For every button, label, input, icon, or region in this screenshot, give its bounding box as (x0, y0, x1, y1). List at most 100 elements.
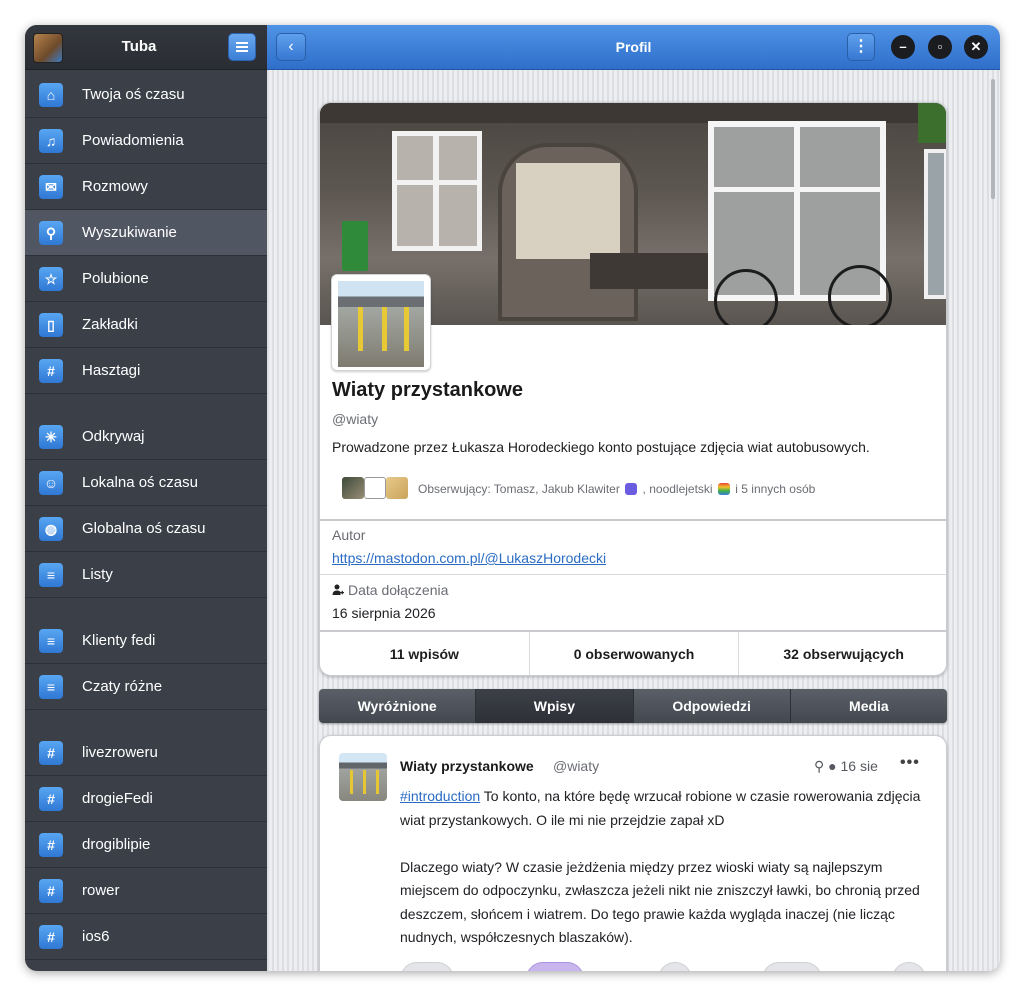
bookmark-icon: ▯ (39, 313, 63, 337)
sidebar-item-tag-livezroweru[interactable]: # livezroweru (25, 730, 267, 776)
more-options-button[interactable]: ⋮ (847, 33, 875, 61)
sidebar-item-lists[interactable]: ≡ Listy (25, 552, 267, 598)
tab-posts[interactable]: Wpisy (476, 689, 634, 723)
stat-posts[interactable]: 11 wpisów (320, 632, 530, 675)
maximize-icon: ▫ (937, 39, 943, 54)
list-icon: ≡ (39, 629, 63, 653)
post-author[interactable]: Wiaty przystankowe (400, 758, 534, 774)
sidebar-item-search[interactable]: ⚲ Wyszukiwanie (25, 210, 267, 256)
green-bin (342, 221, 368, 271)
post-handle: @wiaty (553, 758, 600, 774)
sidebar-item-label: Odkrywaj (82, 428, 145, 445)
sidebar-item-label: Powiadomienia (82, 132, 184, 149)
hamburger-icon (236, 42, 248, 44)
stat-followers[interactable]: 32 obserwujących (739, 632, 946, 675)
hashtag-link[interactable]: #introduction (400, 788, 480, 804)
tab-replies[interactable]: Odpowiedzi (633, 689, 791, 723)
star-icon: ☆ (39, 267, 63, 291)
list-icon: ≡ (39, 675, 63, 699)
followers-text-suffix: i 5 innych osób (735, 482, 816, 496)
sidebar-item-favourites[interactable]: ☆ Polubione (25, 256, 267, 302)
post-actions (400, 962, 930, 971)
follower-avatar (386, 477, 408, 499)
sidebar-item-tag-drogiefedi[interactable]: # drogieFedi (25, 776, 267, 822)
header-bar: ‹ Profil ⋮ – ▫ ✕ (267, 25, 1000, 70)
sidebar-item-tag-ios6[interactable]: # ios6 (25, 914, 267, 960)
page-title: Profil (615, 39, 652, 55)
close-icon: ✕ (970, 39, 982, 54)
sidebar-item-notifications[interactable]: ♫ Powiadomienia (25, 118, 267, 164)
favourite-button[interactable] (658, 962, 692, 971)
hashtag-icon: # (39, 833, 63, 857)
sidebar-item-tag-rower[interactable]: # rower (25, 868, 267, 914)
post-text-2: Dlaczego wiaty? W czasie jeżdżenia międz… (400, 858, 920, 946)
sidebar-item-label: Zakładki (82, 316, 138, 333)
post-avatar[interactable] (339, 753, 387, 801)
sidebar-header: Tuba (25, 25, 267, 70)
sidebar-item-conversations[interactable]: ✉ Rozmowy (25, 164, 267, 210)
account-avatar[interactable] (33, 33, 63, 63)
sidebar-list: ⌂ Twoja oś czasu ♫ Powiadomienia ✉ Rozmowy … (25, 72, 267, 960)
menu-button[interactable] (228, 33, 256, 61)
post-content: #introduction To konto, na które będę wr… (400, 785, 940, 950)
minimize-button[interactable]: – (891, 35, 915, 59)
sidebar-item-explore[interactable]: ✳ Odkrywaj (25, 414, 267, 460)
profile-handle[interactable]: @wiaty (332, 411, 378, 427)
field-value-author-link[interactable]: https://mastodon.com.pl/@LukaszHorodecki (332, 550, 606, 566)
bell-icon: ♫ (39, 129, 63, 153)
chevron-left-icon: ‹ (288, 38, 294, 55)
sidebar-item-label: Listy (82, 566, 113, 583)
mail-icon: ✉ (39, 175, 63, 199)
sidebar-item-home[interactable]: ⌂ Twoja oś czasu (25, 72, 267, 118)
minimize-icon: – (899, 39, 907, 54)
sidebar-item-label: Wyszukiwanie (82, 224, 177, 241)
post-time: 16 sie (840, 758, 878, 774)
search-icon: ⚲ (39, 221, 63, 245)
globe-icon: ◍ (39, 517, 63, 541)
stat-following[interactable]: 0 obserwowanych (530, 632, 740, 675)
profile-bio: Prowadzone przez Łukasza Horodeckiego ko… (332, 439, 870, 455)
sidebar-item-label: Rozmowy (82, 178, 148, 195)
bicycle (708, 251, 908, 325)
sidebar-item-label: ios6 (82, 928, 110, 945)
joined-value: 16 sierpnia 2026 (332, 605, 436, 621)
user-add-icon (332, 584, 344, 595)
hashtag-icon: # (39, 741, 63, 765)
vertical-dots-icon: ⋮ (853, 38, 869, 55)
explore-icon: ✳ (39, 425, 63, 449)
maximize-button[interactable]: ▫ (928, 35, 952, 59)
sidebar-item-label: Globalna oś czasu (82, 520, 206, 537)
boost-button[interactable] (526, 962, 584, 971)
sidebar-item-label: Twoja oś czasu (82, 86, 185, 103)
close-button[interactable]: ✕ (964, 35, 988, 59)
field-label-author: Autor (332, 527, 366, 543)
sidebar-item-label: drogiblipie (82, 836, 151, 853)
profile-card: Wiaty przystankowe @wiaty Prowadzone prz… (319, 102, 947, 676)
more-actions-button[interactable] (892, 962, 926, 971)
sidebar-item-label: Polubione (82, 270, 149, 287)
mastodon-emoji-icon (625, 483, 638, 495)
bookmark-button[interactable] (762, 962, 822, 971)
sidebar-item-hashtags[interactable]: # Hasztagi (25, 348, 267, 394)
sidebar-item-local-timeline[interactable]: ☺ Lokalna oś czasu (25, 460, 267, 506)
sidebar-item-label: Klienty fedi (82, 632, 156, 649)
post-meta: ⚲ ● 16 sie (814, 758, 878, 775)
followers-text-mid: , noodlejetski (642, 482, 713, 496)
back-button[interactable]: ‹ (276, 33, 306, 61)
sidebar-item-list-fedi-clients[interactable]: ≡ Klienty fedi (25, 618, 267, 664)
reply-button[interactable] (400, 962, 454, 971)
tab-media[interactable]: Media (790, 689, 947, 723)
sidebar-item-global-timeline[interactable]: ◍ Globalna oś czasu (25, 506, 267, 552)
app-window: Tuba ⌂ Twoja oś czasu ♫ Powiadomienia ✉ Roz… (25, 25, 1000, 971)
post-menu-button[interactable]: ••• (900, 754, 920, 772)
tab-featured[interactable]: Wyróżnione (319, 689, 477, 723)
sidebar-item-label: livezroweru (82, 744, 158, 761)
profile-avatar[interactable] (331, 274, 431, 371)
scrollbar[interactable] (991, 79, 995, 199)
globe-icon: ● (828, 758, 837, 774)
sidebar-item-label: drogieFedi (82, 790, 153, 807)
post-card[interactable]: Wiaty przystankowe @wiaty ⚲ ● 16 sie •••… (319, 735, 947, 971)
sidebar-item-tag-drogiblipie[interactable]: # drogiblipie (25, 822, 267, 868)
sidebar-item-bookmarks[interactable]: ▯ Zakładki (25, 302, 267, 348)
sidebar-item-list-chats[interactable]: ≡ Czaty różne (25, 664, 267, 710)
